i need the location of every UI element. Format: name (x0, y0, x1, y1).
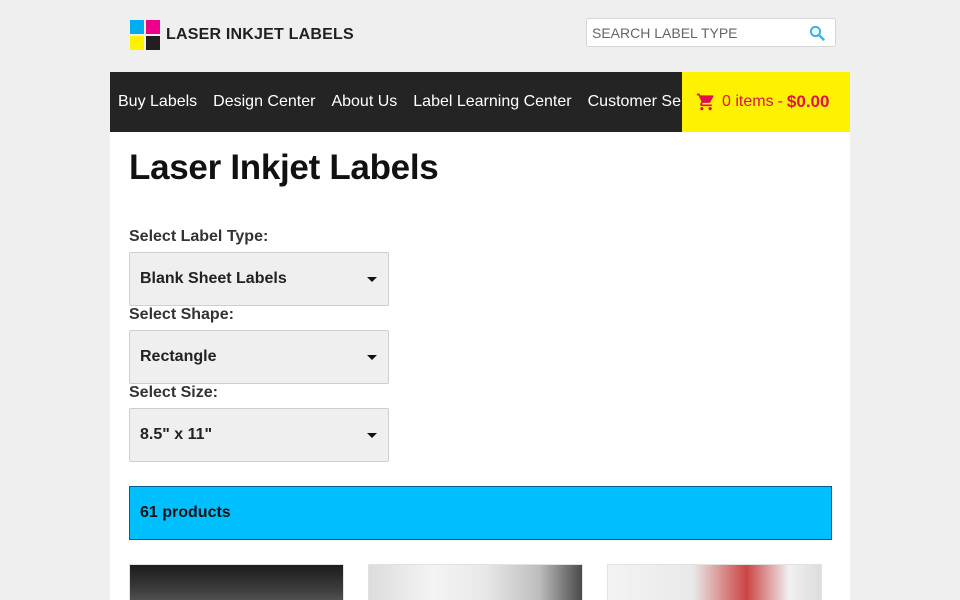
search-icon[interactable] (809, 25, 825, 41)
label-type-select[interactable]: Blank Sheet Labels (129, 252, 389, 306)
site-header: LASER INKJET LABELS (0, 0, 960, 72)
cart-total: $0.00 (786, 92, 830, 111)
label-type-label: Select Label Type: (129, 228, 269, 245)
page-title: Laser Inkjet Labels (129, 148, 439, 187)
size-select[interactable]: 8.5" x 11" (129, 408, 389, 462)
product-thumbnail[interactable] (607, 564, 822, 600)
label-type-value: Blank Sheet Labels (140, 270, 287, 287)
cmyk-logo-icon (130, 20, 160, 50)
shape-select[interactable]: Rectangle (129, 330, 389, 384)
product-count-bar: 61 products (129, 486, 832, 540)
caret-down-icon (367, 277, 377, 282)
shape-label: Select Shape: (129, 306, 234, 323)
shape-value: Rectangle (140, 348, 217, 365)
product-thumbnail[interactable] (129, 564, 344, 600)
caret-down-icon (367, 355, 377, 360)
cart-separator: - (777, 93, 783, 110)
caret-down-icon (367, 433, 377, 438)
cart-button[interactable]: 0 items - $0.00 (682, 72, 850, 132)
brand-name: LASER INKJET LABELS (166, 26, 354, 43)
cart-item-count: 0 items (722, 93, 774, 110)
main-content: Laser Inkjet Labels Select Label Type: B… (110, 132, 850, 600)
search-input[interactable] (587, 19, 797, 46)
search-box (586, 18, 836, 47)
size-label: Select Size: (129, 384, 218, 401)
product-thumbnail[interactable] (368, 564, 583, 600)
main-nav: Buy Labels Design Center About Us Label … (110, 72, 850, 132)
size-value: 8.5" x 11" (140, 426, 213, 443)
shopping-cart-icon (696, 93, 714, 111)
nav-item-label-learning-center[interactable]: Label Learning Center (413, 93, 571, 111)
nav-item-design-center[interactable]: Design Center (213, 93, 315, 111)
product-count: 61 products (140, 504, 231, 521)
site-logo[interactable]: LASER INKJET LABELS (130, 20, 354, 50)
nav-item-buy-labels[interactable]: Buy Labels (118, 93, 197, 111)
nav-item-about-us[interactable]: About Us (331, 93, 397, 111)
